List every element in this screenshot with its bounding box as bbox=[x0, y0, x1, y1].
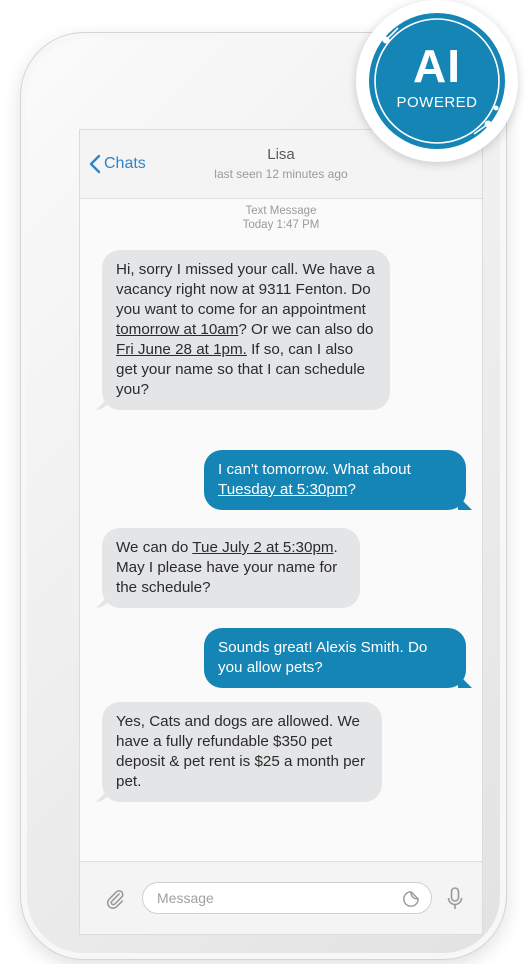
date-link[interactable]: Fri June 28 at 1pm. bbox=[116, 341, 247, 358]
microphone-icon[interactable] bbox=[446, 886, 464, 917]
incoming-message: Hi, sorry I missed your call. We have a … bbox=[96, 250, 390, 410]
message-type: Text Message bbox=[245, 205, 317, 217]
bubble-tail bbox=[96, 396, 110, 410]
message-text: ? bbox=[347, 481, 356, 498]
bubble-tail bbox=[458, 674, 472, 688]
message-text: Sounds great! Alexis Smith. Do you allow… bbox=[218, 639, 428, 676]
message-meta: Text Message Today 1:47 PM bbox=[80, 204, 482, 232]
message-text: ? Or we can also do bbox=[238, 321, 374, 338]
bubble-tail bbox=[458, 496, 472, 510]
date-link[interactable]: tomorrow at 10am bbox=[116, 321, 238, 338]
badge-title: AI bbox=[413, 40, 461, 92]
badge-subtitle: POWERED bbox=[396, 94, 478, 111]
paperclip-icon[interactable] bbox=[104, 888, 126, 915]
message-text: Hi, sorry I missed your call. We have a … bbox=[116, 261, 375, 318]
contact-status: last seen 12 minutes ago bbox=[214, 167, 348, 181]
incoming-message: Yes, Cats and dogs are allowed. We have … bbox=[96, 702, 382, 802]
ai-powered-badge: AI POWERED bbox=[356, 0, 518, 162]
sticker-icon[interactable] bbox=[402, 890, 420, 913]
incoming-message: We can do Tue July 2 at 5:30pm. May I pl… bbox=[96, 528, 360, 608]
chat-screen: Chats Lisa last seen 12 minutes ago Text… bbox=[79, 129, 483, 935]
outgoing-message: Sounds great! Alexis Smith. Do you allow… bbox=[204, 628, 472, 688]
date-link[interactable]: Tue July 2 at 5:30pm bbox=[192, 539, 333, 556]
outgoing-message: I can't tomorrow. What about Tuesday at … bbox=[204, 450, 472, 510]
bubble-tail bbox=[96, 788, 110, 802]
message-composer bbox=[80, 861, 482, 934]
message-text: Yes, Cats and dogs are allowed. We have … bbox=[116, 713, 366, 790]
message-text: I can't tomorrow. What about bbox=[218, 461, 411, 478]
message-time: Today 1:47 PM bbox=[242, 219, 320, 231]
phone-frame: Chats Lisa last seen 12 minutes ago Text… bbox=[20, 32, 507, 960]
bubble-tail bbox=[96, 594, 110, 608]
message-input[interactable] bbox=[142, 882, 432, 914]
message-text: We can do bbox=[116, 539, 193, 556]
date-link[interactable]: Tuesday at 5:30pm bbox=[218, 481, 347, 498]
